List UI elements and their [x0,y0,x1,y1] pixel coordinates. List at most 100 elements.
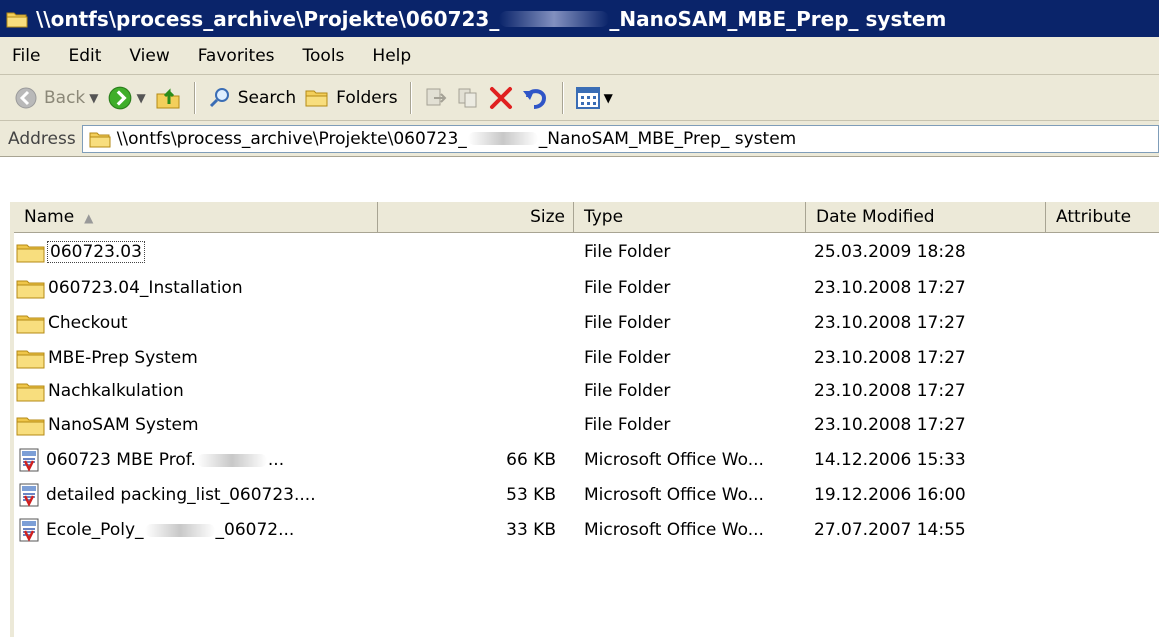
move-to-button[interactable] [420,80,452,116]
column-header-size[interactable]: Size [378,202,574,232]
menu-tools[interactable]: Tools [303,46,345,66]
copy-to-button[interactable] [452,80,484,116]
list-item[interactable]: Nachkalkulation File Folder 23.10.2008 1… [14,374,1159,408]
file-type: File Folder [584,242,671,262]
forward-dropdown-icon[interactable]: ▼ [137,91,146,105]
folders-button[interactable]: Folders [300,80,401,116]
folder-icon [16,383,45,402]
redacted-name [467,132,538,145]
file-name: Nachkalkulation [48,381,184,401]
file-size: 33 KB [506,520,556,540]
menu-favorites[interactable]: Favorites [198,46,275,66]
column-name-label: Name [24,207,75,227]
file-type: File Folder [584,313,671,333]
column-headers: Name ▲ Size Type Date Modified Attribute [14,202,1159,233]
views-button[interactable]: ▼ [572,80,617,116]
search-icon [209,87,229,107]
folder-icon [16,280,45,299]
delete-x-icon [489,86,512,109]
menu-file[interactable]: File [12,46,40,66]
back-arrow-icon [15,87,37,108]
column-header-name[interactable]: Name ▲ [14,202,378,232]
search-label: Search [237,87,297,108]
toolbar-separator [409,81,412,114]
toolbar-separator [561,81,564,114]
list-item[interactable]: Checkout File Folder 23.10.2008 17:27 [14,306,1159,340]
delete-button[interactable] [484,80,518,116]
file-date: 23.10.2008 17:27 [814,348,966,368]
file-type: Microsoft Office Wo... [584,485,764,505]
word-document-icon [19,483,39,507]
column-header-type[interactable]: Type [574,202,806,232]
toolbar: Back ▼ ▼ Search Folders ▼ [0,75,1159,121]
search-button[interactable]: Search [204,80,300,116]
move-to-icon [426,88,446,105]
file-date: 23.10.2008 17:27 [814,313,966,333]
file-date: 19.12.2006 16:00 [814,485,966,505]
folder-icon [6,12,28,27]
sort-ascending-icon: ▲ [84,211,94,225]
views-dropdown-icon[interactable]: ▼ [604,91,613,105]
folder-icon [89,132,111,147]
undo-icon [522,88,546,109]
folder-icon [16,244,45,263]
file-list[interactable]: 060723.03 File Folder 25.03.2009 18:28 0… [14,233,1159,637]
list-item[interactable]: 060723 MBE Prof. ... 66 KB Microsoft Off… [14,443,1159,477]
file-name: 060723.03 [47,241,145,263]
address-path-suffix: _NanoSAM_MBE_Prep_ system [538,128,797,149]
file-name-prefix: 060723 MBE Prof. [46,450,196,470]
column-header-date-modified[interactable]: Date Modified [806,202,1046,232]
file-date: 14.12.2006 15:33 [814,450,966,470]
menu-edit[interactable]: Edit [68,46,101,66]
word-document-icon [19,518,39,542]
file-size: 66 KB [506,450,556,470]
file-name-prefix: Ecole_Poly_ [46,520,144,540]
file-name-suffix: _06072... [215,520,295,540]
folders-label: Folders [336,87,398,108]
file-type: File Folder [584,348,671,368]
file-size: 53 KB [506,485,556,505]
list-item[interactable]: MBE-Prep System File Folder 23.10.2008 1… [14,341,1159,375]
file-name: MBE-Prep System [48,348,198,368]
forward-button[interactable]: ▼ [103,80,150,116]
folder-icon [16,315,45,334]
column-date-label: Date Modified [816,207,935,227]
column-size-label: Size [530,207,565,227]
file-name: Checkout [48,313,128,333]
back-label: Back [44,87,86,108]
list-item[interactable]: NanoSAM System File Folder 23.10.2008 17… [14,408,1159,442]
up-folder-icon [156,87,180,108]
list-item[interactable]: 060723.04_Installation File Folder 23.10… [14,271,1159,305]
redacted-name [499,10,610,27]
file-date: 23.10.2008 17:27 [814,415,966,435]
list-item[interactable]: detailed packing_list_060723.... 53 KB M… [14,478,1159,512]
window-title-suffix: _NanoSAM_MBE_Prep_ system [609,6,947,31]
back-button[interactable]: Back ▼ [10,80,103,116]
forward-arrow-icon [108,86,131,109]
column-header-attributes[interactable]: Attribute [1046,202,1159,232]
redacted-name [196,453,267,467]
menu-help[interactable]: Help [372,46,411,66]
copy-to-icon [458,88,477,107]
folder-icon [16,417,45,436]
address-input[interactable]: \\ontfs\process_archive\Projekte\060723_… [81,124,1159,153]
file-name-suffix: ... [267,450,285,470]
file-date: 25.03.2009 18:28 [814,242,966,262]
window-title-prefix: \\ontfs\process_archive\Projekte\060723_ [36,6,500,31]
file-name: detailed packing_list_060723.... [46,485,316,505]
menu-view[interactable]: View [129,46,169,66]
up-folder-button[interactable] [150,80,186,116]
views-grid-icon [575,86,600,109]
file-date: 23.10.2008 17:27 [814,278,966,298]
file-date: 23.10.2008 17:27 [814,381,966,401]
file-date: 27.07.2007 14:55 [814,520,966,540]
undo-button[interactable] [518,80,554,116]
column-type-label: Type [584,207,624,227]
back-dropdown-icon[interactable]: ▼ [89,91,98,105]
file-type: Microsoft Office Wo... [584,450,764,470]
list-item[interactable]: 060723.03 File Folder 25.03.2009 18:28 [14,235,1159,269]
list-item[interactable]: Ecole_Poly_ _06072... 33 KB Microsoft Off… [14,513,1159,547]
file-name: 060723.04_Installation [48,278,243,298]
redacted-name [144,523,215,537]
title-bar[interactable]: \\ontfs\process_archive\Projekte\060723_… [0,0,1159,37]
